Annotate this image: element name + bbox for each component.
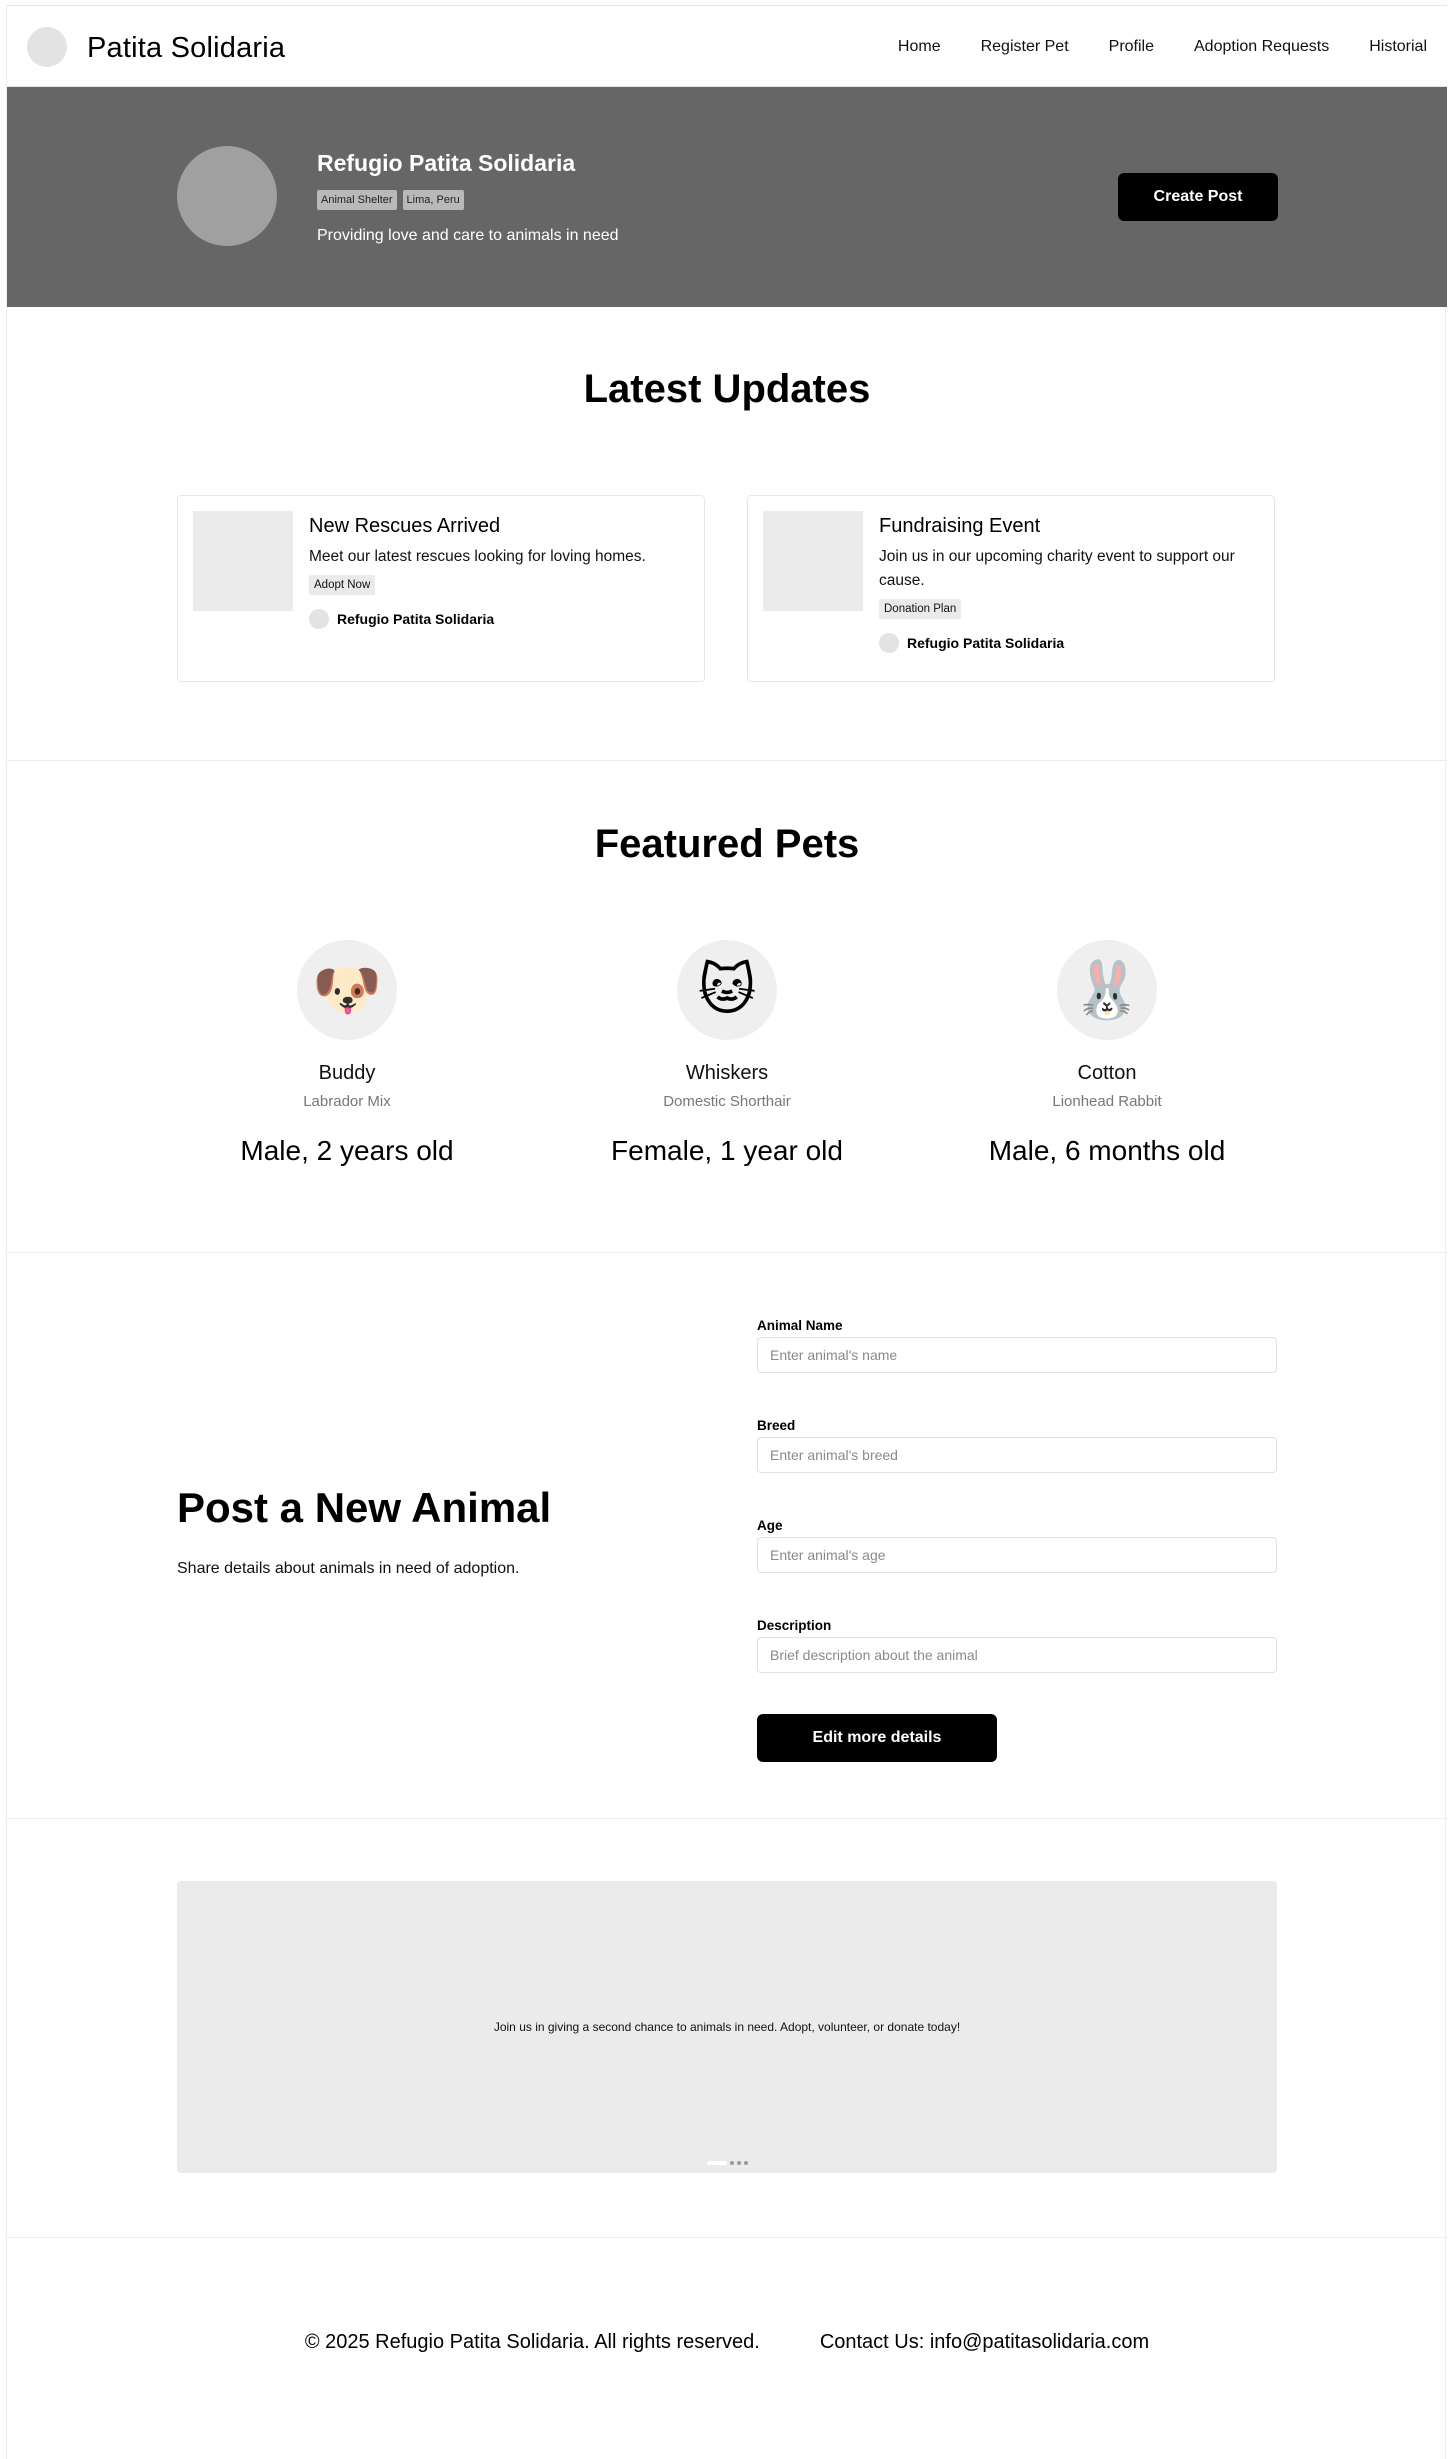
- carousel-dot[interactable]: [730, 2161, 734, 2165]
- pet-meta: Female, 1 year old: [611, 1135, 843, 1166]
- pet-breed: Labrador Mix: [303, 1093, 391, 1110]
- pet-card-cotton[interactable]: 🐰 Cotton Lionhead Rabbit Male, 6 months …: [937, 940, 1277, 1168]
- age-input[interactable]: [757, 1537, 1277, 1573]
- nav-link-historial[interactable]: Historial: [1369, 36, 1427, 58]
- footer-contact[interactable]: Contact Us: info@patitasolidaria.com: [820, 2329, 1149, 2355]
- dog-icon: 🐶: [297, 940, 397, 1040]
- page-frame: Patita Solidaria Home Register Pet Profi…: [6, 5, 1447, 2459]
- animal-name-label: Animal Name: [757, 1318, 843, 1333]
- pet-meta: Male, 6 months old: [988, 1135, 1226, 1166]
- description-input[interactable]: [757, 1637, 1277, 1673]
- update-card[interactable]: New Rescues Arrived Meet our latest resc…: [177, 495, 705, 682]
- update-text: Join us in our upcoming charity event to…: [879, 548, 1235, 589]
- pet-card-buddy[interactable]: 🐶 Buddy Labrador Mix Male, 2 years old: [177, 940, 517, 1168]
- shelter-description: Providing love and care to animals in ne…: [317, 227, 619, 244]
- nav-link-register-pet[interactable]: Register Pet: [981, 36, 1069, 58]
- author-name: Refugio Patita Solidaria: [337, 611, 495, 627]
- pet-name: Buddy: [318, 1062, 376, 1084]
- shelter-tags: Animal Shelter Lima, Peru: [317, 190, 464, 210]
- featured-pets-title: Featured Pets: [594, 822, 860, 866]
- shelter-location-tag: Lima, Peru: [402, 190, 464, 210]
- carousel-dot-active[interactable]: [707, 2161, 727, 2165]
- post-animal-title: Post a New Animal: [177, 1484, 552, 1531]
- shelter-type-tag: Animal Shelter: [317, 190, 397, 210]
- footer: © 2025 Refugio Patita Solidaria. All rig…: [7, 2329, 1447, 2355]
- nav-link-profile[interactable]: Profile: [1109, 36, 1154, 58]
- section-divider: [7, 2237, 1447, 2238]
- author-avatar: [879, 633, 899, 653]
- nav-link-home[interactable]: Home: [898, 36, 941, 58]
- call-to-action-carousel[interactable]: Join us in giving a second chance to ani…: [177, 1881, 1277, 2173]
- description-label: Description: [757, 1618, 832, 1633]
- author-avatar: [309, 609, 329, 629]
- breed-input[interactable]: [757, 1437, 1277, 1473]
- update-card-body: Fundraising Event Join us in our upcomin…: [879, 513, 1259, 653]
- shelter-name: Refugio Patita Solidaria: [317, 150, 576, 176]
- update-author: Refugio Patita Solidaria: [879, 633, 1259, 653]
- section-divider: [7, 1818, 1447, 1819]
- cat-icon: 🐱: [677, 940, 777, 1040]
- logo-icon[interactable]: [27, 27, 67, 67]
- create-post-button[interactable]: Create Post: [1118, 173, 1278, 221]
- footer-copyright: © 2025 Refugio Patita Solidaria. All rig…: [304, 2331, 760, 2353]
- update-author: Refugio Patita Solidaria: [309, 609, 689, 629]
- age-label: Age: [757, 1518, 783, 1533]
- pet-breed: Domestic Shorthair: [663, 1093, 791, 1110]
- rabbit-icon: 🐰: [1057, 940, 1157, 1040]
- pet-meta: Male, 2 years old: [240, 1135, 454, 1166]
- update-tag[interactable]: Donation Plan: [879, 599, 962, 619]
- update-tag[interactable]: Adopt Now: [309, 575, 376, 595]
- update-image: [763, 511, 863, 611]
- pet-card-whiskers[interactable]: 🐱 Whiskers Domestic Shorthair Female, 1 …: [557, 940, 897, 1168]
- section-divider: [7, 1252, 1447, 1253]
- breed-label: Breed: [757, 1418, 796, 1433]
- section-divider: [7, 760, 1447, 761]
- pet-name: Whiskers: [685, 1062, 769, 1084]
- nav-links: Home Register Pet Profile Adoption Reque…: [858, 36, 1427, 58]
- carousel-indicators: [707, 2161, 748, 2165]
- update-text: Meet our latest rescues looking for lovi…: [309, 548, 646, 565]
- nav-link-adoption-requests[interactable]: Adoption Requests: [1194, 36, 1329, 58]
- banner-text: Join us in giving a second chance to ani…: [493, 2020, 961, 2034]
- update-image: [193, 511, 293, 611]
- update-card-body: New Rescues Arrived Meet our latest resc…: [309, 513, 689, 629]
- profile-hero: Refugio Patita Solidaria Animal Shelter …: [7, 87, 1447, 307]
- shelter-avatar: [177, 146, 277, 246]
- pet-name: Cotton: [1077, 1062, 1137, 1084]
- update-title: New Rescues Arrived: [309, 515, 501, 537]
- author-name: Refugio Patita Solidaria: [907, 635, 1065, 651]
- latest-updates-title: Latest Updates: [583, 367, 871, 411]
- brand-name[interactable]: Patita Solidaria: [87, 31, 285, 65]
- carousel-dot[interactable]: [737, 2161, 741, 2165]
- edit-more-details-button[interactable]: Edit more details: [757, 1714, 997, 1762]
- animal-name-input[interactable]: [757, 1337, 1277, 1373]
- carousel-dot[interactable]: [744, 2161, 748, 2165]
- pet-breed: Lionhead Rabbit: [1052, 1093, 1162, 1110]
- update-title: Fundraising Event: [879, 515, 1041, 537]
- update-card[interactable]: Fundraising Event Join us in our upcomin…: [747, 495, 1275, 682]
- post-animal-subtitle: Share details about animals in need of a…: [177, 1560, 520, 1577]
- top-navbar: Patita Solidaria Home Register Pet Profi…: [7, 5, 1447, 87]
